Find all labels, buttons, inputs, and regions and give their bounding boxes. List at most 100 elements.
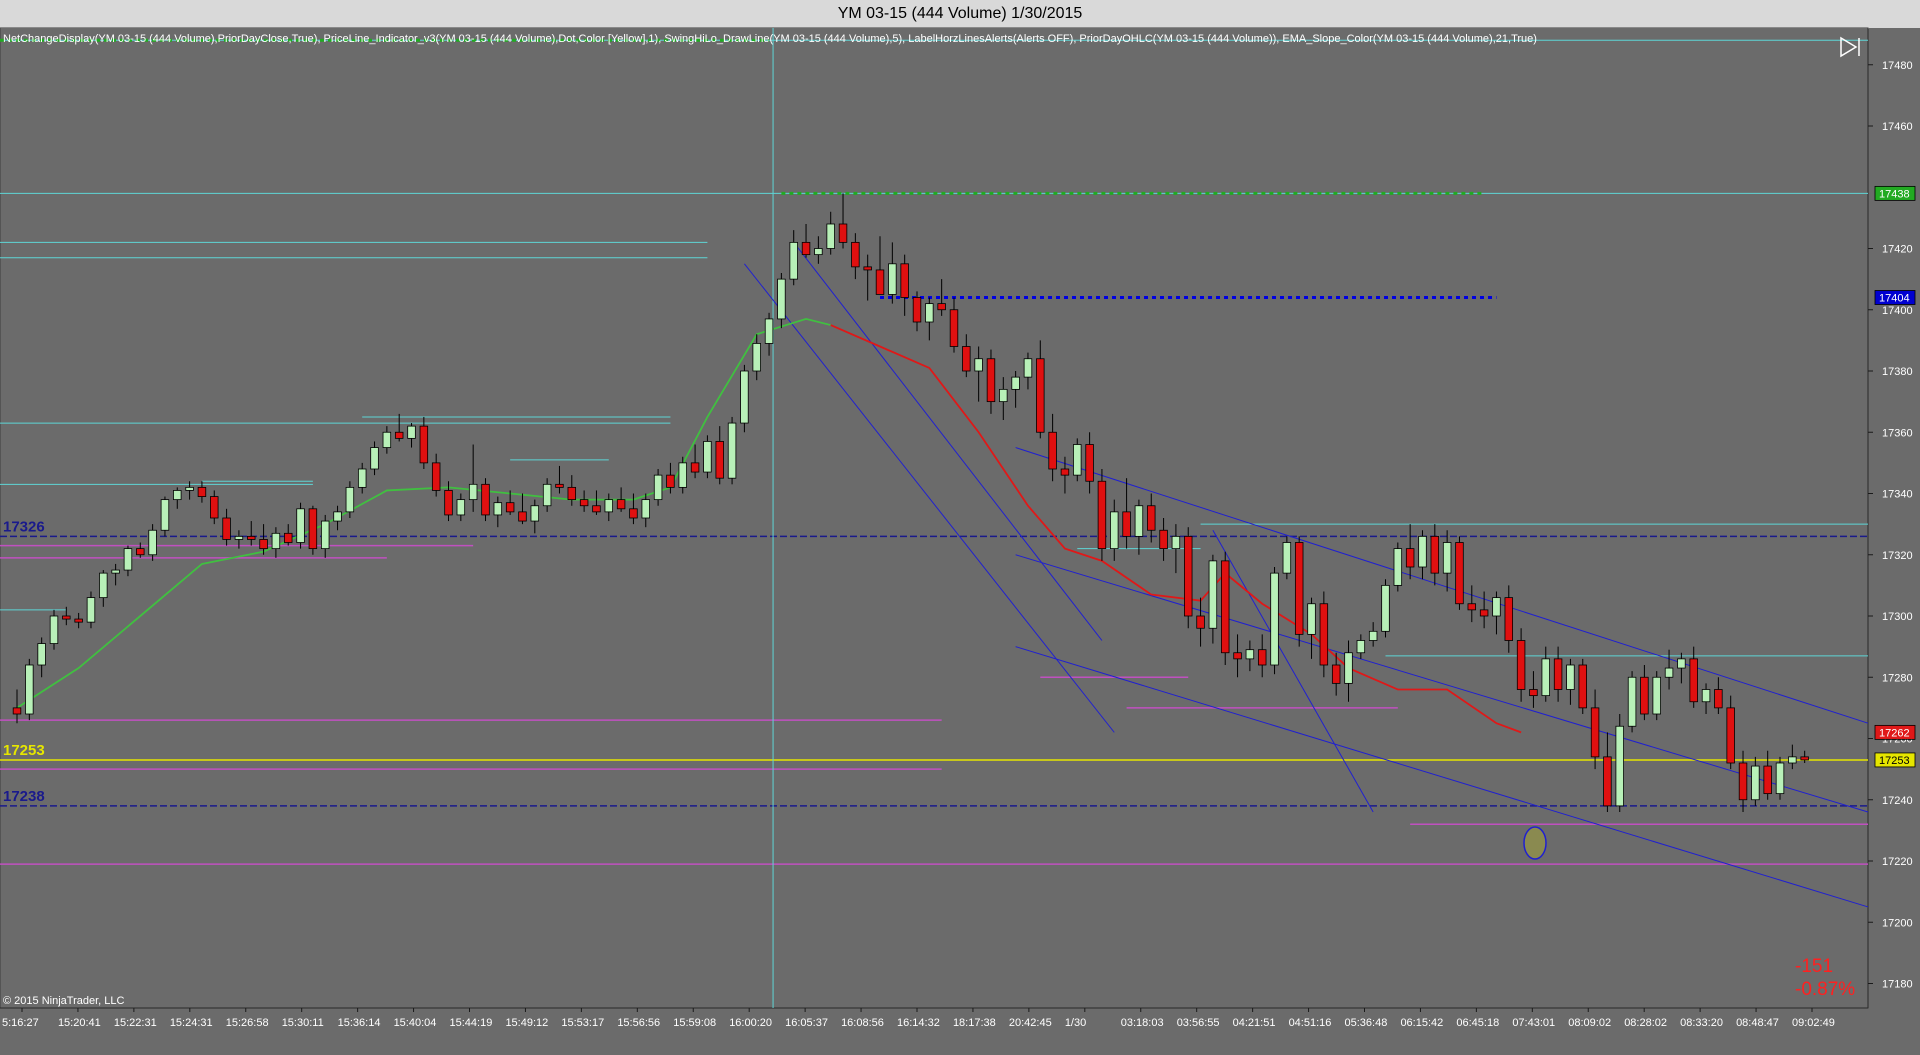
x-tick-label: 15:22:31: [114, 1017, 157, 1029]
x-tick-label: 06:15:42: [1400, 1017, 1443, 1029]
net-change-display: -151 -0.87%: [1795, 955, 1855, 1001]
candle-body: [974, 358, 983, 372]
trendline: [1015, 447, 1869, 724]
price-marker-label: 17404: [1879, 293, 1910, 305]
x-tick-label: 16:14:32: [897, 1017, 940, 1029]
candle-body: [838, 223, 848, 243]
candle-body: [1504, 597, 1514, 641]
candle-body: [320, 520, 330, 550]
candle-body: [37, 643, 46, 666]
candle-body: [505, 502, 515, 513]
candle-body: [1184, 535, 1193, 617]
x-tick-label: 15:44:19: [450, 1017, 493, 1029]
candle-body: [1368, 630, 1378, 641]
candle-body: [1467, 603, 1477, 611]
price-marker-label: 17262: [1879, 727, 1910, 739]
candle-body: [284, 532, 293, 543]
candle-body: [1048, 431, 1057, 470]
candle-body: [1492, 597, 1501, 617]
candle-body: [826, 223, 835, 249]
y-tick-label: 17280: [1882, 672, 1913, 684]
candle-body: [1738, 762, 1748, 801]
x-tick-label: 03:56:55: [1177, 1017, 1220, 1029]
price-axis-strip: [1869, 28, 1920, 1055]
candle-body: [1307, 603, 1316, 635]
y-tick-label: 17480: [1882, 60, 1913, 72]
candle-body: [210, 496, 219, 519]
x-tick-label: 03:18:03: [1121, 1017, 1164, 1029]
candle-body: [1442, 542, 1452, 574]
candle-body: [1270, 572, 1279, 666]
candle-body: [1664, 667, 1674, 678]
candle-body: [1763, 765, 1772, 795]
candle-body: [1788, 756, 1797, 764]
x-tick-label: 20:42:45: [1009, 1017, 1052, 1029]
candle-body: [1553, 658, 1563, 690]
candle-body: [481, 483, 490, 516]
price-chart[interactable]: 1718017200172201724017260172801730017320…: [0, 0, 1920, 1055]
candle-body: [259, 539, 268, 550]
x-tick-label: 05:36:48: [1345, 1017, 1388, 1029]
candle-body: [616, 499, 626, 510]
candle-body: [986, 358, 996, 403]
x-tick-label: 15:40:04: [394, 1017, 437, 1029]
indicator-list: NetChangeDisplay(YM 03-15 (444 Volume),P…: [3, 33, 1537, 45]
candle-body: [1405, 548, 1415, 568]
y-tick-label: 17180: [1882, 979, 1913, 991]
candle-body: [1011, 376, 1020, 390]
candle-body: [740, 370, 749, 424]
candle-body: [653, 474, 663, 501]
plot-area: [0, 27, 1869, 1009]
candle-body: [962, 346, 971, 372]
candle-body: [1171, 535, 1181, 550]
candle-body: [1381, 584, 1390, 632]
candle-body: [1578, 664, 1587, 709]
candle-body: [900, 263, 909, 298]
x-tick-label: 09:02:49: [1792, 1017, 1835, 1029]
x-tick-label: 15:30:11: [282, 1017, 324, 1029]
y-tick-label: 17400: [1882, 305, 1913, 317]
candle-body: [666, 474, 675, 488]
candle-body: [1677, 658, 1686, 669]
candle-body: [1233, 652, 1242, 660]
net-change-points: -151: [1795, 956, 1834, 977]
candle-body: [1603, 756, 1612, 807]
candle-body: [1627, 676, 1637, 727]
candle-body: [1726, 707, 1735, 764]
level-label: 17238: [3, 788, 45, 805]
candle-body: [1689, 658, 1698, 703]
candle-body: [357, 468, 367, 488]
candle-body: [74, 618, 83, 623]
x-tick-label: 15:36:14: [338, 1017, 381, 1029]
candle-body: [555, 483, 564, 488]
candle-body: [592, 505, 601, 513]
candle-body: [789, 241, 798, 280]
candle-body: [875, 269, 885, 295]
candle-body: [937, 303, 946, 311]
candle-body: [690, 462, 700, 473]
candle-body: [1110, 511, 1119, 550]
candle-body: [1529, 689, 1538, 697]
candle-body: [1615, 725, 1624, 807]
x-tick-label: 08:48:47: [1736, 1017, 1779, 1029]
candle-body: [542, 483, 552, 507]
candle-body: [1220, 560, 1230, 654]
candle-body: [1590, 707, 1600, 758]
x-tick-label: 18:17:38: [953, 1017, 996, 1029]
candle-body: [801, 241, 811, 256]
candle-body: [123, 548, 133, 571]
x-tick-label: 15:59:08: [673, 1017, 716, 1029]
candle-body: [1516, 640, 1526, 690]
candle-body: [530, 505, 540, 522]
panel-toggle-icon[interactable]: [1838, 35, 1864, 59]
candle-body: [99, 572, 108, 599]
candle-body: [863, 266, 872, 271]
y-tick-label: 17320: [1882, 550, 1913, 562]
candle-body: [1257, 649, 1267, 666]
candle-body: [1775, 762, 1785, 795]
candle-body: [1023, 358, 1033, 378]
candle-body: [1566, 664, 1575, 690]
candle-body: [1060, 468, 1070, 476]
candle-body: [431, 462, 441, 491]
price-marker-label: 17438: [1879, 188, 1910, 200]
